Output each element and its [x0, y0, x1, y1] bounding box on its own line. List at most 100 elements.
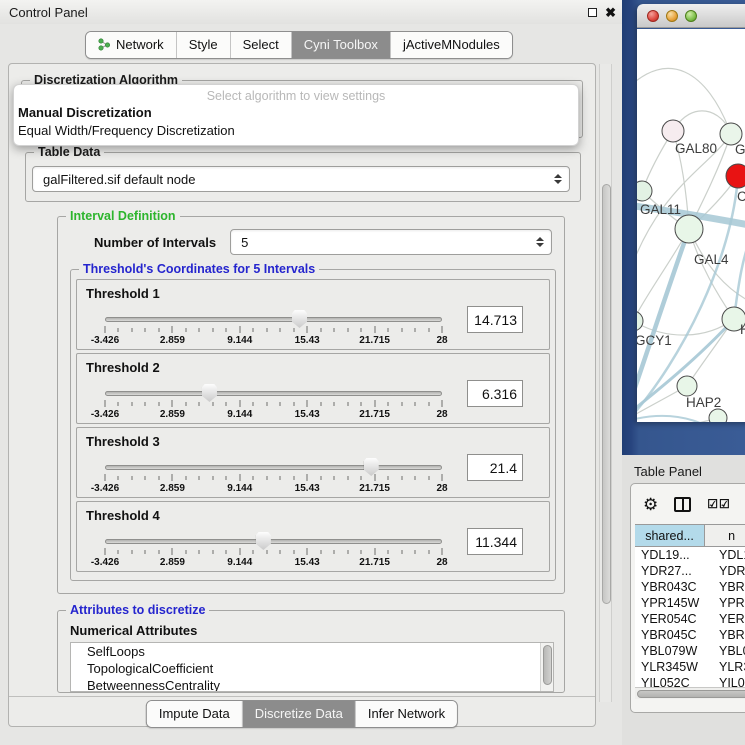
table-panel-title: Table Panel: [622, 455, 745, 479]
table-row[interactable]: YPR145WYPR1: [635, 595, 745, 611]
tab-discretize-data[interactable]: Discretize Data: [243, 701, 356, 727]
network-view-window: GAL80GAL11GAL4GCY1HAP2GACH: [637, 4, 745, 422]
cell-name: YER0: [713, 611, 745, 627]
cell-name: YBR0: [713, 579, 745, 595]
numerical-attributes-list[interactable]: SelfLoopsTopologicalCoefficientBetweenne…: [70, 642, 554, 692]
tab-style[interactable]: Style: [177, 32, 231, 58]
threshold-coordinates-group: Threshold's Coordinates for 5 Intervals …: [70, 269, 556, 581]
table-row[interactable]: YDR27...YDR2: [635, 563, 745, 579]
table-header-row: shared... n: [635, 525, 745, 547]
table-row[interactable]: YBR043CYBR0: [635, 579, 745, 595]
node-label: GAL80: [675, 141, 717, 156]
slider-track[interactable]: [105, 465, 442, 470]
control-panel: Control Panel ✖ NetworkStyleSelectCyni T…: [0, 0, 622, 745]
slider-scale-labels: -3.4262.8599.14415.4321.71528: [105, 335, 442, 346]
slider-ticks: [105, 548, 442, 556]
algorithm-placeholder-option[interactable]: Select algorithm to view settings: [14, 87, 578, 104]
network-node[interactable]: [637, 311, 643, 331]
number-of-intervals-label: Number of Intervals: [94, 235, 216, 250]
column-header-shared-name[interactable]: shared...: [635, 525, 705, 546]
cell-shared-name: YLR345W: [635, 659, 713, 675]
gear-icon[interactable]: ⚙: [643, 496, 658, 513]
tab-label: Network: [116, 37, 164, 52]
network-icon: [98, 38, 111, 51]
algorithm-option[interactable]: Equal Width/Frequency Discretization: [14, 122, 578, 140]
table-row[interactable]: YLR345WYLR3: [635, 659, 745, 675]
threshold-slider[interactable]: -3.4262.8599.14415.4321.71528: [105, 456, 442, 494]
tab-label: Infer Network: [368, 706, 445, 721]
network-node[interactable]: [675, 215, 703, 243]
network-edge[interactable]: [637, 68, 731, 134]
threshold-value-field[interactable]: 21.4: [467, 454, 523, 481]
attribute-list-item[interactable]: SelfLoops: [71, 643, 553, 660]
cell-shared-name: YPR145W: [635, 595, 713, 611]
threshold-label: Threshold 1: [86, 286, 160, 301]
split-columns-icon[interactable]: [674, 497, 691, 512]
tab-select[interactable]: Select: [231, 32, 292, 58]
table-row[interactable]: YDL19...YDL1: [635, 547, 745, 563]
interval-definition-title: Interval Definition: [66, 209, 180, 223]
threshold-slider[interactable]: -3.4262.8599.14415.4321.71528: [105, 530, 442, 568]
cell-name: YDL1: [713, 547, 745, 563]
tab-jactivemnodules[interactable]: jActiveMNodules: [391, 32, 512, 58]
cell-shared-name: YDR27...: [635, 563, 713, 579]
network-node[interactable]: [709, 409, 727, 422]
table-row[interactable]: YBR045CYBR0: [635, 627, 745, 643]
close-traffic-light[interactable]: [647, 10, 659, 22]
threshold-label: Threshold 3: [86, 434, 160, 449]
slider-track[interactable]: [105, 391, 442, 396]
slider-scale-labels: -3.4262.8599.14415.4321.71528: [105, 483, 442, 494]
tab-network[interactable]: Network: [86, 32, 177, 58]
tab-label: Impute Data: [159, 706, 230, 721]
right-region: GAL80GAL11GAL4GCY1HAP2GACH Table Panel ⚙…: [622, 0, 745, 745]
table-horizontal-scrollbar[interactable]: [635, 687, 745, 699]
tab-label: Select: [243, 37, 279, 52]
network-node[interactable]: [677, 376, 697, 396]
column-header-name[interactable]: n: [705, 525, 745, 546]
node-label: HAP2: [686, 395, 721, 410]
table-data-combobox[interactable]: galFiltered.sif default node: [32, 166, 570, 192]
tab-impute-data[interactable]: Impute Data: [147, 701, 243, 727]
network-node[interactable]: [662, 120, 684, 142]
threshold-value-field[interactable]: 6.316: [467, 380, 523, 407]
tab-label: Cyni Toolbox: [304, 37, 378, 52]
table-row[interactable]: YER054CYER0: [635, 611, 745, 627]
threshold-value-field[interactable]: 11.344: [467, 528, 523, 555]
threshold-coordinates-title: Threshold's Coordinates for 5 Intervals: [79, 262, 319, 276]
panel-vertical-scrollbar[interactable]: [599, 64, 612, 702]
network-edge[interactable]: [637, 418, 718, 422]
threshold-value-field[interactable]: 14.713: [467, 306, 523, 333]
network-node[interactable]: [637, 181, 652, 201]
cell-name: YLR3: [713, 659, 745, 675]
algorithm-option[interactable]: Manual Discretization: [14, 104, 578, 122]
slider-scale-labels: -3.4262.8599.14415.4321.71528: [105, 557, 442, 568]
threshold-box: Threshold 3 -3.4262.8599.14415.4321.7152…: [76, 427, 550, 498]
select-columns-icons[interactable]: ☑☑: [707, 497, 731, 511]
minimize-traffic-light[interactable]: [666, 10, 678, 22]
close-icon[interactable]: ✖: [605, 6, 616, 19]
zoom-traffic-light[interactable]: [685, 10, 697, 22]
number-of-intervals-combobox[interactable]: 5: [230, 229, 552, 255]
table-row[interactable]: YBL079WYBL0: [635, 643, 745, 659]
threshold-label: Threshold 2: [86, 360, 160, 375]
table-row[interactable]: YIL052CYIL0: [635, 675, 745, 687]
attributes-list-scrollbar[interactable]: [540, 643, 553, 691]
attribute-list-item[interactable]: TopologicalCoefficient: [71, 660, 553, 677]
slider-track[interactable]: [105, 317, 442, 322]
threshold-box: Threshold 1 -3.4262.8599.14415.4321.7152…: [76, 279, 550, 350]
threshold-slider[interactable]: -3.4262.8599.14415.4321.71528: [105, 308, 442, 346]
numerical-attributes-label: Numerical Attributes: [70, 623, 554, 638]
network-node[interactable]: [726, 164, 745, 188]
float-window-icon[interactable]: [588, 8, 597, 17]
slider-ticks: [105, 326, 442, 334]
desktop-background: GAL80GAL11GAL4GCY1HAP2GACH: [622, 0, 745, 455]
threshold-slider[interactable]: -3.4262.8599.14415.4321.71528: [105, 382, 442, 420]
cell-shared-name: YBL079W: [635, 643, 713, 659]
tab-cyni-toolbox[interactable]: Cyni Toolbox: [292, 32, 391, 58]
network-canvas[interactable]: GAL80GAL11GAL4GCY1HAP2GACH: [637, 29, 745, 422]
tab-infer-network[interactable]: Infer Network: [356, 701, 457, 727]
attribute-list-item[interactable]: BetweennessCentrality: [71, 677, 553, 692]
slider-track[interactable]: [105, 539, 442, 544]
node-label: GA: [735, 142, 745, 157]
cell-name: YIL0: [713, 675, 745, 687]
